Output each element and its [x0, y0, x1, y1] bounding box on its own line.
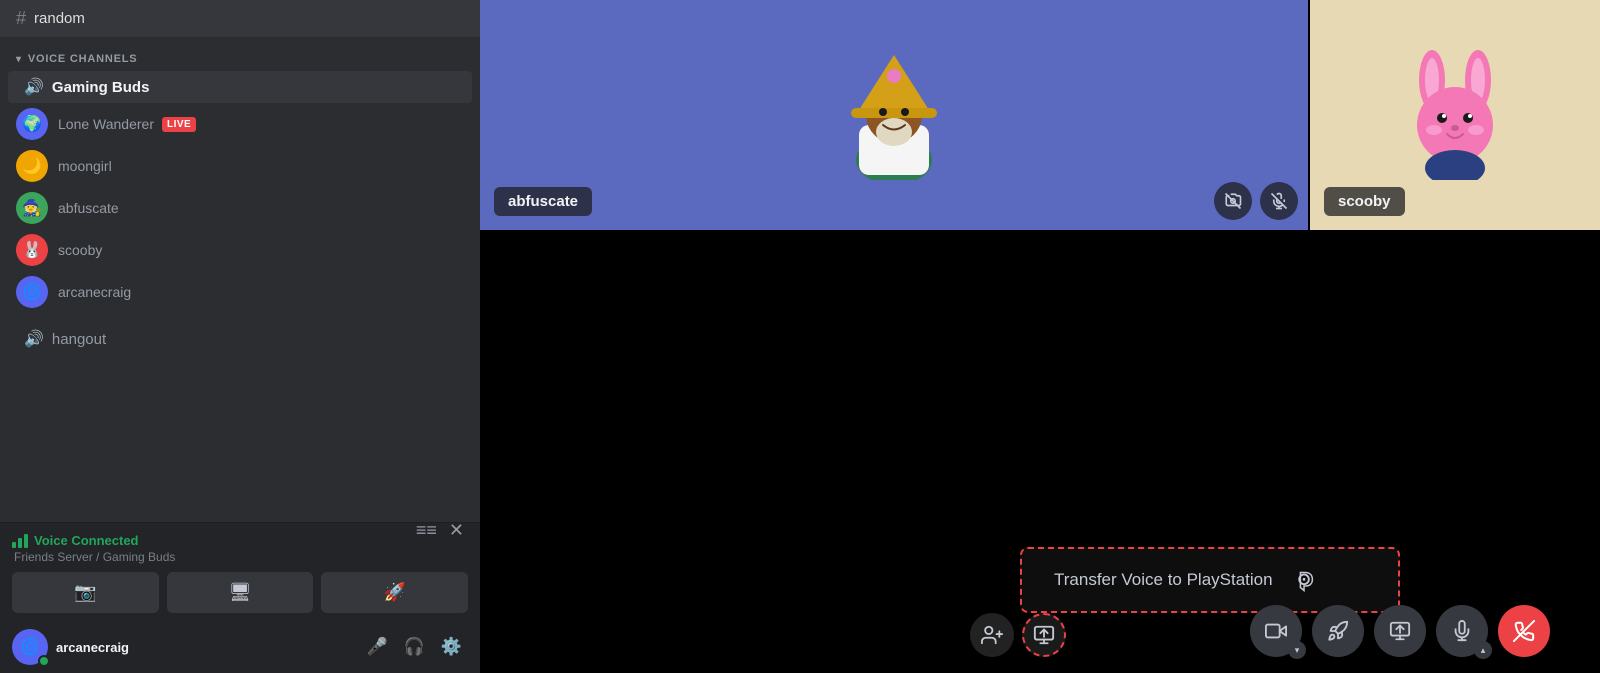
- bottom-area: Transfer Voice to PlayStation ⊙: [480, 230, 1600, 673]
- wizard-avatar: [839, 50, 949, 180]
- camera-button[interactable]: 📷: [12, 572, 159, 613]
- voice-channel-hangout[interactable]: 🔊 hangout: [8, 323, 472, 355]
- signal-bar-2: [18, 538, 22, 548]
- user-panel: 🌀 arcanecraig 🎤 🎧 ⚙️: [0, 621, 480, 673]
- speaker-icon-hangout: 🔊: [24, 329, 44, 349]
- chevron-down-icon: ▾: [16, 54, 22, 65]
- username-badge-abfuscate: abfuscate: [494, 187, 592, 216]
- video-icons-abfuscate: [1214, 182, 1298, 220]
- screen-share-button[interactable]: 🖥: [167, 572, 314, 613]
- current-username: arcanecraig: [56, 640, 352, 655]
- activity-control-button[interactable]: [1312, 605, 1364, 657]
- activity-icon: 🚀: [383, 582, 405, 603]
- member-arcanecraig[interactable]: 🌀 arcanecraig: [8, 271, 472, 313]
- voice-action-icons: ≡≡ ✕: [412, 516, 468, 545]
- voice-status-row: Voice Connected ≡≡ ✕: [12, 533, 468, 548]
- headphones-button[interactable]: 🎧: [398, 633, 431, 661]
- signal-bar-1: [12, 542, 16, 548]
- voice-section-label: VOICE CHANNELS: [28, 53, 138, 65]
- mic-mute-icon-abfuscate[interactable]: [1260, 182, 1298, 220]
- video-mute-icon-abfuscate[interactable]: [1214, 182, 1252, 220]
- bottom-right-controls: ▾: [1250, 605, 1550, 657]
- signal-icon: [12, 534, 28, 548]
- disconnect-voice-icon[interactable]: ✕: [445, 516, 468, 545]
- voice-channel-gaming-buds[interactable]: 🔊 Gaming Buds: [8, 71, 472, 103]
- mute-button[interactable]: 🎤: [360, 633, 393, 661]
- voice-connected-panel: Voice Connected ≡≡ ✕ Friends Server / Ga…: [0, 522, 480, 621]
- mic-control-wrapper: ▴: [1436, 605, 1488, 657]
- signal-bar-3: [24, 534, 28, 548]
- username-badge-scooby: scooby: [1324, 187, 1405, 216]
- member-abfuscate[interactable]: 🧙 abfuscate: [8, 187, 472, 229]
- voice-connected-text: Voice Connected: [34, 533, 139, 548]
- screen-share-icon: 🖥: [229, 582, 252, 603]
- member-moongirl-name: moongirl: [58, 158, 112, 174]
- sidebar: # random ▾ VOICE CHANNELS 🔊 Gaming Buds …: [0, 0, 480, 673]
- member-scooby[interactable]: 🐰 scooby: [8, 229, 472, 271]
- member-lone-wanderer-name: Lone Wanderer: [58, 116, 154, 132]
- online-indicator: [38, 655, 50, 667]
- sidebar-channels: # random ▾ VOICE CHANNELS 🔊 Gaming Buds …: [0, 0, 480, 522]
- end-call-button[interactable]: [1498, 605, 1550, 657]
- avatar-lone-wanderer: 🌍: [16, 108, 48, 140]
- user-avatar: 🌀: [12, 629, 48, 665]
- add-user-button[interactable]: [970, 613, 1014, 657]
- avatar-scooby: 🐰: [16, 234, 48, 266]
- activity-button[interactable]: 🚀: [321, 572, 468, 613]
- video-row: abfuscate: [480, 0, 1600, 230]
- video-tile-abfuscate: abfuscate: [480, 0, 1310, 230]
- avatar-arcanecraig: 🌀: [16, 276, 48, 308]
- channel-random[interactable]: # random: [0, 0, 480, 37]
- screen-share-control-button[interactable]: [1374, 605, 1426, 657]
- svg-text:⊙: ⊙: [1297, 571, 1311, 589]
- member-list: 🌍 Lone Wanderer LIVE 🌙 moongirl 🧙 abfusc…: [0, 103, 480, 313]
- voice-channels-section[interactable]: ▾ VOICE CHANNELS: [0, 37, 480, 71]
- voice-channel-gaming-buds-label: Gaming Buds: [52, 79, 150, 96]
- speaker-icon: 🔊: [24, 77, 44, 97]
- live-badge-lone-wanderer: LIVE: [162, 117, 196, 132]
- transfer-voice-text: Transfer Voice to PlayStation: [1054, 570, 1273, 590]
- transfer-voice-panel[interactable]: Transfer Voice to PlayStation ⊙: [1020, 547, 1400, 613]
- settings-button[interactable]: ⚙️: [435, 633, 468, 661]
- voice-settings-icon[interactable]: ≡≡: [412, 516, 441, 545]
- hash-icon: #: [16, 8, 26, 29]
- playstation-icon: ⊙: [1289, 565, 1319, 595]
- voice-controls-row: 📷 🖥 🚀: [12, 572, 468, 613]
- member-arcanecraig-name: arcanecraig: [58, 284, 131, 300]
- main-content: abfuscate: [480, 0, 1600, 673]
- member-abfuscate-name: abfuscate: [58, 200, 119, 216]
- bunny-avatar: [1400, 50, 1510, 180]
- member-moongirl[interactable]: 🌙 moongirl: [8, 145, 472, 187]
- share-screen-small-button[interactable]: [1022, 613, 1066, 657]
- voice-server-text: Friends Server / Gaming Buds: [14, 550, 468, 564]
- mic-chevron-icon[interactable]: ▴: [1474, 641, 1492, 659]
- camera-chevron-icon[interactable]: ▾: [1288, 641, 1306, 659]
- voice-channel-hangout-label: hangout: [52, 331, 106, 348]
- bottom-left-icons: [970, 613, 1066, 657]
- camera-control-wrapper: ▾: [1250, 605, 1302, 657]
- video-tile-scooby: scooby: [1310, 0, 1600, 230]
- camera-icon: 📷: [74, 582, 96, 603]
- member-scooby-name: scooby: [58, 242, 102, 258]
- avatar-abfuscate: 🧙: [16, 192, 48, 224]
- avatar-moongirl: 🌙: [16, 150, 48, 182]
- user-controls: 🎤 🎧 ⚙️: [360, 633, 468, 661]
- channel-random-label: random: [34, 10, 85, 27]
- member-lone-wanderer[interactable]: 🌍 Lone Wanderer LIVE: [8, 103, 472, 145]
